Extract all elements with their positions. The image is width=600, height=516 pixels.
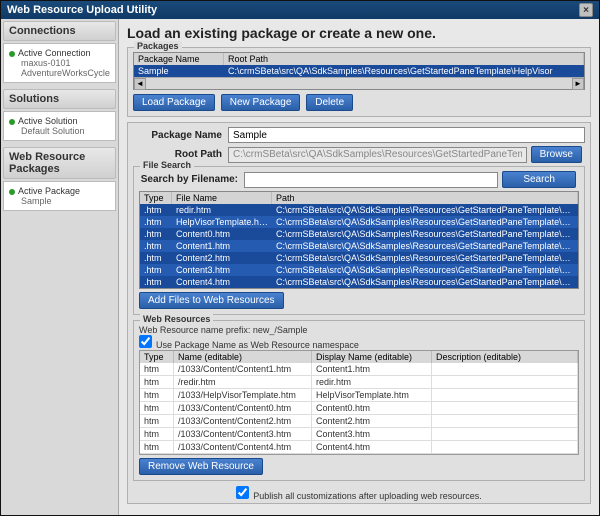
packages-panel: Active Package Sample	[3, 181, 116, 211]
pkg-name-label: Package Name	[133, 130, 228, 141]
status-dot-icon	[9, 119, 15, 125]
org-name: AdventureWorksCycle	[9, 68, 110, 78]
search-input[interactable]	[244, 172, 498, 188]
table-row[interactable]: .htmredir.htmC:\crmSBeta\src\QA\SdkSampl…	[140, 204, 578, 216]
table-row[interactable]: .htmContent4.htmC:\crmSBeta\src\QA\SdkSa…	[140, 276, 578, 288]
web-resources-table[interactable]: Type Name (editable) Display Name (edita…	[139, 350, 579, 455]
delete-button[interactable]: Delete	[306, 94, 353, 111]
package-form: Package Name Root Path Browse File Searc…	[127, 122, 591, 504]
table-row[interactable]: .htmContent3.htmC:\crmSBeta\src\QA\SdkSa…	[140, 264, 578, 276]
col-pkg-name[interactable]: Package Name	[134, 53, 224, 65]
close-icon[interactable]: ×	[579, 3, 593, 17]
col-path[interactable]: Path	[272, 192, 578, 204]
package-name: Sample	[9, 196, 110, 206]
server-name: maxus-0101	[9, 58, 110, 68]
col-type[interactable]: Type	[140, 351, 174, 363]
main-content: Load an existing package or create a new…	[119, 19, 599, 515]
h-scrollbar[interactable]: ◄►	[134, 77, 584, 89]
active-connection-label: Active Connection	[18, 48, 91, 58]
packages-group: Packages Package Name Root Path Sample C…	[127, 47, 591, 117]
window-title: Web Resource Upload Utility	[7, 4, 157, 16]
col-desc[interactable]: Description (editable)	[432, 351, 578, 363]
solution-name: Default Solution	[9, 126, 110, 136]
browse-button[interactable]: Browse	[531, 146, 582, 163]
table-row[interactable]: htm/1033/Content/Content1.htmContent1.ht…	[140, 363, 578, 376]
col-filename[interactable]: File Name	[172, 192, 272, 204]
solutions-panel: Active Solution Default Solution	[3, 111, 116, 141]
add-files-button[interactable]: Add Files to Web Resources	[139, 292, 284, 309]
solutions-header[interactable]: Solutions	[3, 89, 116, 109]
col-name[interactable]: Name (editable)	[174, 351, 312, 363]
table-row[interactable]: Sample C:\crmSBeta\src\QA\SdkSamples\Res…	[134, 65, 584, 77]
use-pkg-name-checkbox[interactable]	[139, 335, 152, 348]
root-path-input	[228, 147, 527, 163]
page-title: Load an existing package or create a new…	[127, 25, 591, 41]
col-display[interactable]: Display Name (editable)	[312, 351, 432, 363]
use-pkg-label: Use Package Name as Web Resource namespa…	[156, 340, 359, 350]
packages-grid[interactable]: Package Name Root Path Sample C:\crmSBet…	[133, 52, 585, 90]
publish-checkbox[interactable]	[236, 486, 249, 499]
file-search-group: File Search Search by Filename: Search T…	[133, 166, 585, 315]
packages-header[interactable]: Web Resource Packages	[3, 147, 116, 179]
status-dot-icon	[9, 189, 15, 195]
col-type[interactable]: Type	[140, 192, 172, 204]
table-row[interactable]: htm/1033/Content/Content0.htmContent0.ht…	[140, 402, 578, 415]
table-row[interactable]: .htmHelpVisorTemplate.htmC:\crmSBeta\src…	[140, 216, 578, 228]
table-row[interactable]: .htmContent1.htmC:\crmSBeta\src\QA\SdkSa…	[140, 240, 578, 252]
table-row[interactable]: htm/1033/Content/Content3.htmContent3.ht…	[140, 428, 578, 441]
table-row[interactable]: htm/1033/HelpVisorTemplate.htmHelpVisorT…	[140, 389, 578, 402]
search-label: Search by Filename:	[139, 174, 244, 185]
pkg-name-input[interactable]	[228, 127, 585, 143]
app-window: Web Resource Upload Utility × Connection…	[0, 0, 600, 516]
col-root-path[interactable]: Root Path	[224, 53, 584, 65]
load-package-button[interactable]: Load Package	[133, 94, 215, 111]
web-resources-group: Web Resources Web Resource name prefix: …	[133, 320, 585, 481]
packages-legend: Packages	[134, 41, 182, 51]
table-row[interactable]: .htmContent0.htmC:\crmSBeta\src\QA\SdkSa…	[140, 228, 578, 240]
status-dot-icon	[9, 51, 15, 57]
publish-label: Publish all customizations after uploadi…	[253, 491, 482, 501]
table-row[interactable]: htm/1033/Content/Content4.htmContent4.ht…	[140, 441, 578, 454]
table-row[interactable]: htm/1033/Content/Content2.htmContent2.ht…	[140, 415, 578, 428]
web-resources-legend: Web Resources	[140, 314, 213, 324]
root-path-label: Root Path	[133, 149, 228, 160]
search-button[interactable]: Search	[502, 171, 576, 188]
table-row[interactable]: .htmContent2.htmC:\crmSBeta\src\QA\SdkSa…	[140, 252, 578, 264]
remove-web-resource-button[interactable]: Remove Web Resource	[139, 458, 263, 475]
active-package-label: Active Package	[18, 186, 80, 196]
file-search-legend: File Search	[140, 160, 194, 170]
sidebar: Connections Active Connection maxus-0101…	[1, 19, 119, 515]
file-grid[interactable]: Type File Name Path .htmredir.htmC:\crmS…	[139, 191, 579, 289]
connections-panel: Active Connection maxus-0101 AdventureWo…	[3, 43, 116, 83]
titlebar: Web Resource Upload Utility ×	[1, 1, 599, 19]
active-solution-label: Active Solution	[18, 116, 78, 126]
connections-header[interactable]: Connections	[3, 21, 116, 41]
prefix-text: Web Resource name prefix: new_/Sample	[139, 325, 579, 335]
new-package-button[interactable]: New Package	[221, 94, 301, 111]
table-row[interactable]: htm/redir.htmredir.htm	[140, 376, 578, 389]
